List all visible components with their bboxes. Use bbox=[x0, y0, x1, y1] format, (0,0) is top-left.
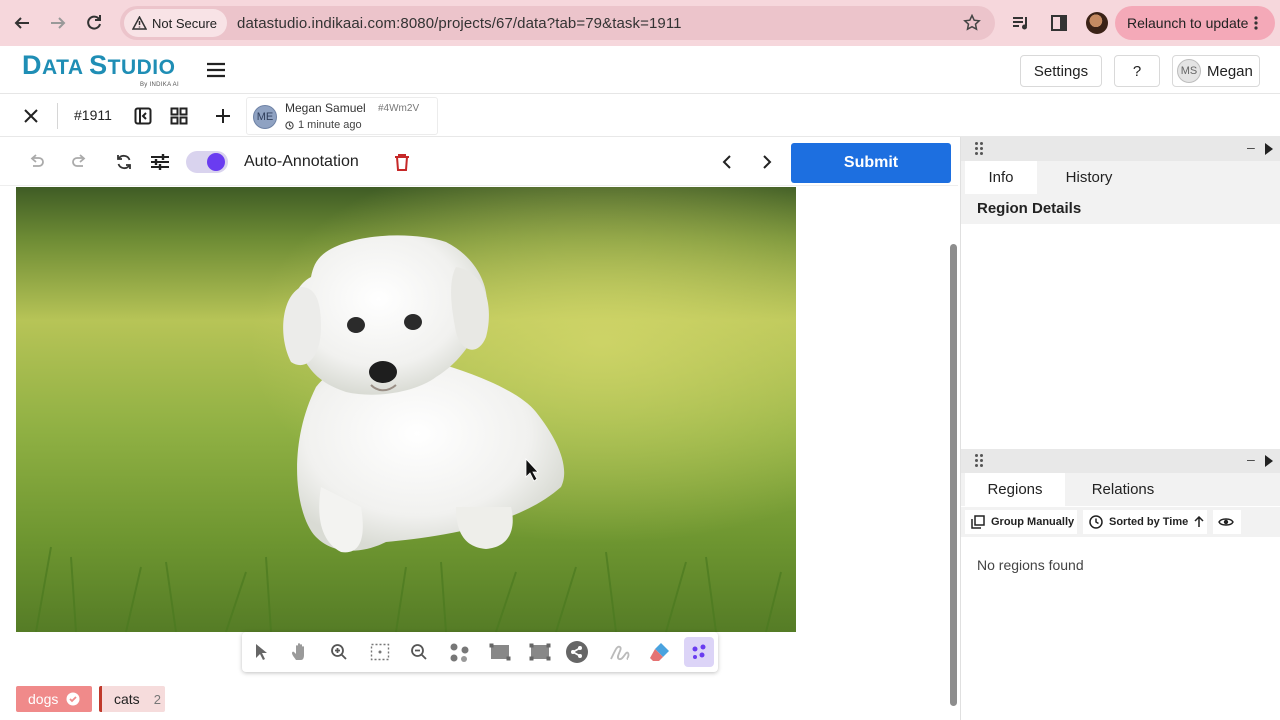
security-chip[interactable]: Not Secure bbox=[124, 9, 228, 37]
back-icon[interactable] bbox=[4, 5, 40, 41]
user-menu-button[interactable]: MS Megan bbox=[1172, 55, 1260, 87]
info-panel-header[interactable]: – bbox=[961, 137, 1280, 161]
label-name: dogs bbox=[28, 691, 59, 707]
delete-icon[interactable] bbox=[391, 151, 413, 173]
editor-toolbar: Auto-Annotation Submit bbox=[0, 138, 958, 186]
expand-arrow-icon[interactable] bbox=[1265, 143, 1273, 155]
annotator-avatar: ME bbox=[253, 105, 277, 129]
annotator-name: Megan Samuel bbox=[285, 101, 366, 115]
bounding-box-tool-icon[interactable] bbox=[485, 637, 515, 667]
help-button[interactable]: ? bbox=[1114, 55, 1160, 87]
settings-button[interactable]: Settings bbox=[1020, 55, 1102, 87]
menu-icon[interactable] bbox=[204, 58, 228, 82]
media-control-icon[interactable] bbox=[1006, 8, 1036, 38]
tab-history[interactable]: History bbox=[1041, 161, 1137, 194]
url-text[interactable]: datastudio.indikaai.com:8080/projects/67… bbox=[237, 15, 682, 32]
minimize-icon[interactable]: – bbox=[1247, 139, 1255, 155]
image-canvas[interactable] bbox=[16, 187, 796, 632]
more-vert-icon bbox=[1254, 16, 1259, 30]
drag-handle-icon[interactable] bbox=[975, 142, 985, 156]
auto-annotation-label: Auto-Annotation bbox=[244, 153, 359, 170]
divider bbox=[57, 103, 58, 129]
relaunch-button[interactable]: Relaunch to update bbox=[1115, 6, 1275, 40]
select-tool-icon[interactable] bbox=[246, 637, 276, 667]
clock-icon bbox=[1089, 515, 1103, 529]
task-id: #1911 bbox=[74, 107, 112, 123]
undo-icon[interactable] bbox=[25, 151, 47, 173]
expand-arrow-icon[interactable] bbox=[1265, 455, 1273, 467]
polygon-tool-icon[interactable] bbox=[562, 637, 592, 667]
regions-tabs: Regions Relations bbox=[961, 473, 1280, 506]
check-circle-icon bbox=[66, 692, 80, 706]
eye-icon bbox=[1218, 518, 1234, 526]
app-header: DATA STUDIO By INDIKA AI Settings ? MS M… bbox=[0, 46, 1280, 94]
close-icon[interactable] bbox=[20, 105, 42, 127]
submit-button[interactable]: Submit bbox=[791, 143, 951, 183]
show-mask-icon[interactable] bbox=[365, 637, 395, 667]
regions-toolbar: Group Manually Sorted by Time bbox=[961, 507, 1280, 537]
collapse-panel-icon[interactable] bbox=[132, 105, 154, 127]
region-details-title: Region Details bbox=[961, 194, 1280, 224]
minimize-icon[interactable]: – bbox=[1247, 451, 1255, 467]
info-tabs: Info History bbox=[961, 161, 1280, 194]
security-label: Not Secure bbox=[152, 15, 218, 31]
warning-icon bbox=[132, 16, 147, 30]
empty-regions-text: No regions found bbox=[977, 557, 1084, 573]
rotated-box-tool-icon[interactable] bbox=[525, 637, 555, 667]
pan-tool-icon[interactable] bbox=[285, 637, 315, 667]
forward-icon[interactable] bbox=[40, 5, 76, 41]
scrollbar-thumb[interactable] bbox=[950, 244, 957, 706]
annotator-code: #4Wm2V bbox=[378, 103, 420, 114]
label-name: cats bbox=[114, 691, 140, 707]
user-name: Megan bbox=[1207, 62, 1253, 80]
auto-annotation-toggle[interactable] bbox=[186, 151, 228, 173]
tool-palette bbox=[242, 632, 718, 672]
reload-icon[interactable] bbox=[76, 5, 112, 41]
arrow-up-icon bbox=[1194, 516, 1204, 527]
profile-avatar[interactable] bbox=[1082, 8, 1112, 38]
grid-view-icon[interactable] bbox=[168, 105, 190, 127]
tab-relations[interactable]: Relations bbox=[1069, 473, 1177, 506]
sort-button[interactable]: Sorted by Time bbox=[1083, 510, 1207, 534]
bookmark-star-icon[interactable] bbox=[963, 14, 981, 32]
refresh-icon[interactable] bbox=[113, 151, 135, 173]
address-bar[interactable]: Not Secure datastudio.indikaai.com:8080/… bbox=[120, 6, 995, 40]
drag-handle-icon[interactable] bbox=[975, 454, 985, 468]
updated-time: 1 minute ago bbox=[285, 119, 362, 131]
clock-icon bbox=[285, 120, 294, 130]
dog-image bbox=[16, 187, 796, 632]
keypoint-tool-icon[interactable] bbox=[444, 637, 474, 667]
group-manually-button[interactable]: Group Manually bbox=[965, 510, 1077, 534]
browser-toolbar: Not Secure datastudio.indikaai.com:8080/… bbox=[0, 0, 1280, 46]
logo-subtitle: By INDIKA AI bbox=[140, 82, 179, 88]
side-panel-icon[interactable] bbox=[1044, 8, 1074, 38]
label-tag-dogs[interactable]: dogs bbox=[16, 686, 92, 712]
label-tag-cats[interactable]: cats 2 bbox=[99, 686, 165, 712]
add-icon[interactable] bbox=[212, 105, 234, 127]
copy-icon bbox=[971, 515, 985, 529]
adjust-icon[interactable] bbox=[149, 151, 171, 173]
toggle-knob bbox=[207, 153, 225, 171]
zoom-in-icon[interactable] bbox=[324, 637, 354, 667]
right-panel: – Info History Region Details – Regions … bbox=[960, 137, 1280, 720]
next-icon[interactable] bbox=[756, 151, 778, 173]
redo-icon[interactable] bbox=[69, 151, 91, 173]
avatar: MS bbox=[1177, 59, 1201, 83]
relaunch-label: Relaunch to update bbox=[1127, 15, 1249, 31]
auto-segment-tool-icon[interactable] bbox=[684, 637, 714, 667]
tab-regions[interactable]: Regions bbox=[965, 473, 1065, 506]
previous-icon[interactable] bbox=[716, 151, 738, 173]
zoom-out-icon[interactable] bbox=[404, 637, 434, 667]
task-bar: #1911 ME Megan Samuel #4Wm2V 1 minute ag… bbox=[0, 95, 1280, 137]
tab-info[interactable]: Info bbox=[965, 161, 1037, 194]
annotator-card[interactable]: ME Megan Samuel #4Wm2V 1 minute ago bbox=[246, 97, 438, 135]
regions-panel-header[interactable]: – bbox=[961, 449, 1280, 473]
line-tool-icon[interactable] bbox=[605, 637, 635, 667]
eraser-tool-icon[interactable] bbox=[645, 637, 675, 667]
visibility-button[interactable] bbox=[1213, 510, 1241, 534]
label-count: 2 bbox=[153, 691, 161, 707]
logo[interactable]: DATA STUDIO By INDIKA AI bbox=[22, 50, 192, 92]
logo-text: DATA STUDIO bbox=[22, 50, 176, 80]
